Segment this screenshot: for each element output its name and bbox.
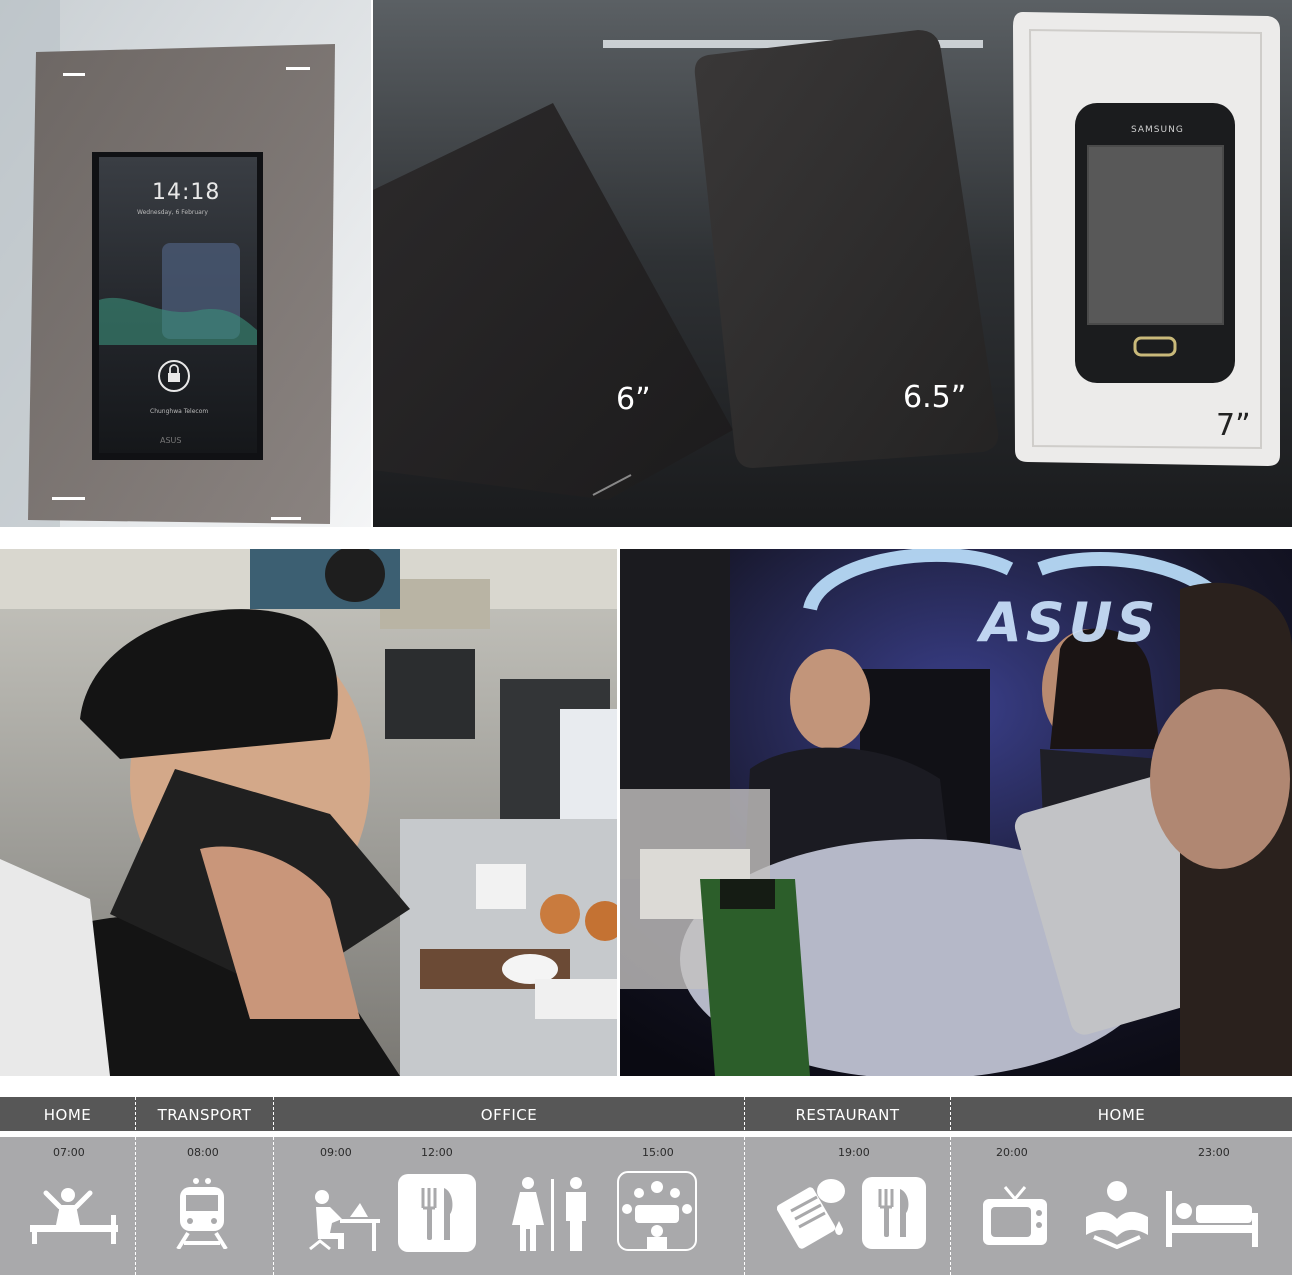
tv-icon [981,1185,1049,1249]
time-label: 08:00 [187,1146,219,1159]
time-label: 20:00 [996,1146,1028,1159]
carrier-label: Chunghwa Telecom [150,408,209,415]
time-label: 12:00 [421,1146,453,1159]
wake-up-bed-icon [30,1185,118,1247]
reading-icon [1080,1179,1154,1249]
meeting-icon [617,1171,697,1251]
restaurant-menu-icon [777,1177,851,1253]
time-label: 07:00 [53,1146,85,1159]
section-divider [744,1097,745,1275]
size-comparison-photo: SAMSUNG 6” 6.5” 7” [373,0,1292,527]
section-divider [950,1097,951,1275]
section-divider [135,1097,136,1275]
office-call-photo [0,549,617,1076]
backdrop-brand-logo: ASUS [980,591,1160,654]
size-label-6in: 6” [616,382,651,417]
restaurant-call-photo: ASUS [620,549,1292,1076]
person-at-desk-icon [308,1189,380,1251]
lock-screen-time: 14:18 [152,180,221,205]
time-label: 09:00 [320,1146,352,1159]
phone-brand-label: SAMSUNG [1131,125,1184,135]
time-label: 15:00 [642,1146,674,1159]
size-label-6-5in: 6.5” [903,380,967,415]
size-label-7in: 7” [1216,408,1251,443]
section-label-office: OFFICE [480,1106,538,1124]
time-label: 19:00 [838,1146,870,1159]
time-label: 23:00 [1198,1146,1230,1159]
restroom-icon [510,1177,594,1253]
section-label-home-morning: HOME [43,1106,92,1124]
train-icon [176,1177,228,1249]
cardboard-mockup-photo: 14:18 Wednesday, 6 February Chunghwa Tel… [0,0,371,527]
section-divider [273,1097,274,1275]
section-label-restaurant: RESTAURANT [795,1106,900,1124]
section-label-home-evening: HOME [1097,1106,1146,1124]
daily-usage-timeline: HOME TRANSPORT OFFICE RESTAURANT HOME 07… [0,1097,1292,1275]
fork-knife-icon [862,1177,926,1249]
lock-screen-date: Wednesday, 6 February [137,209,208,216]
section-label-transport: TRANSPORT [157,1106,252,1124]
fork-knife-icon [398,1174,476,1252]
device-brand-logo: ASUS [160,436,182,445]
bed-sleep-icon [1166,1187,1258,1249]
